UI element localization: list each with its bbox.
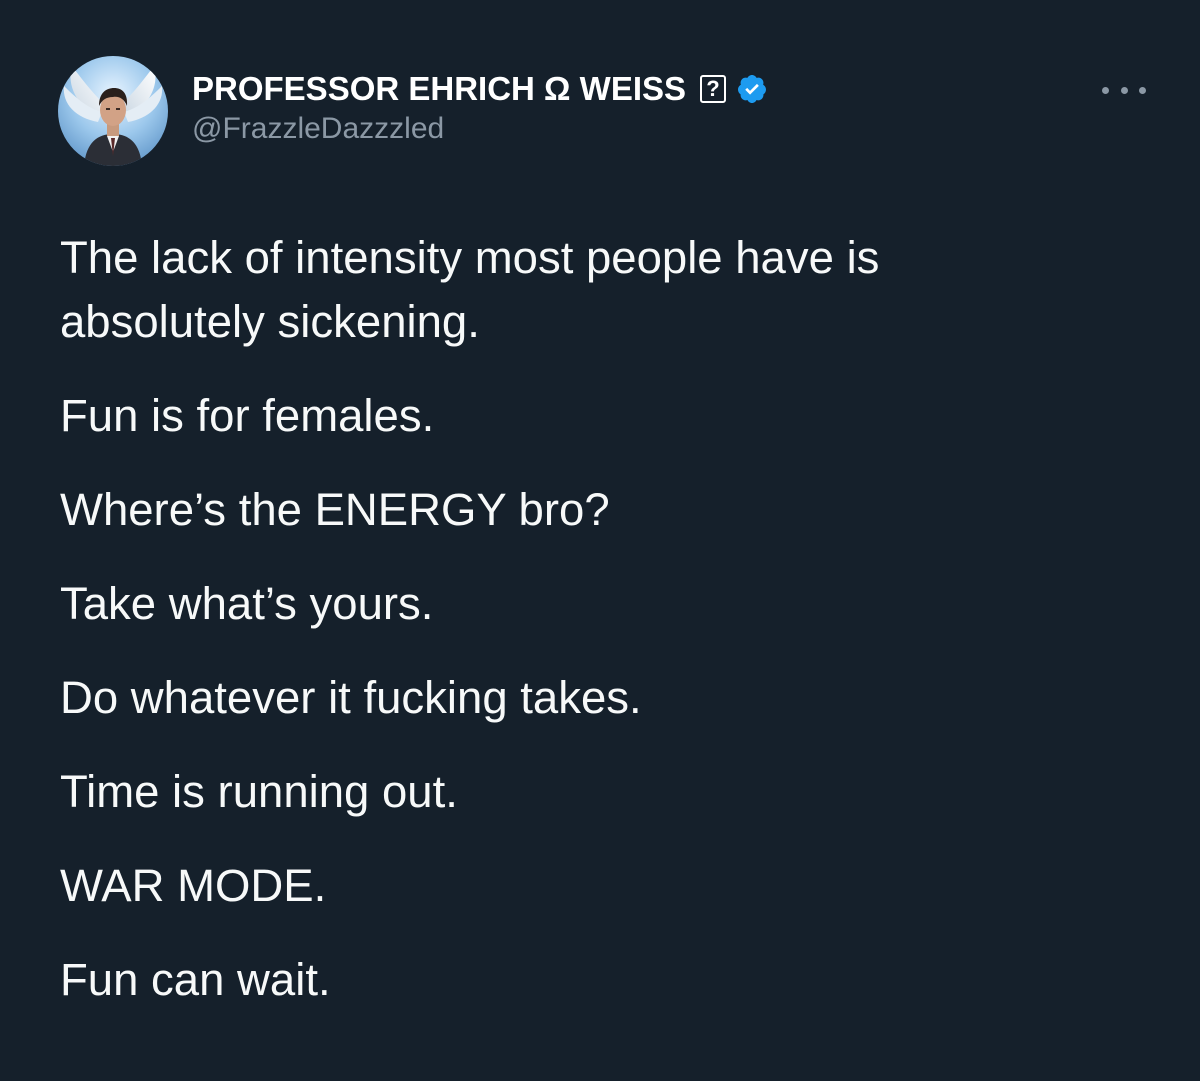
tweet-paragraph: Fun is for females. (60, 390, 435, 441)
tweet-text: The lack of intensity most people have i… (60, 226, 1160, 1042)
tweet-paragraph: The lack of intensity most people have i… (60, 232, 880, 347)
tweet-paragraph: Fun can wait. (60, 954, 331, 1005)
more-dot (1120, 86, 1128, 94)
author-handle[interactable]: @FrazzleDazzzled (192, 112, 768, 146)
more-dot (1102, 86, 1109, 94)
unknown-character-glyph: ? (700, 75, 727, 103)
tweet-paragraph: Where’s the ENERGY bro? (60, 484, 610, 535)
name-row: PROFESSOR EHRICH Ω WEISS ? (192, 68, 768, 110)
tweet-header: PROFESSOR EHRICH Ω WEISS ? @FrazzleDazzz… (58, 56, 1160, 166)
tweet-paragraph: Take what’s yours. (60, 578, 434, 629)
more-options-icon[interactable] (1102, 78, 1146, 102)
verified-badge-icon[interactable] (736, 73, 768, 105)
tweet-paragraph: Time is running out. (60, 766, 458, 817)
tweet-card: PROFESSOR EHRICH Ω WEISS ? @FrazzleDazzz… (0, 0, 1200, 1081)
author-identity: PROFESSOR EHRICH Ω WEISS ? @FrazzleDazzz… (192, 68, 768, 146)
avatar-image (58, 56, 168, 166)
tweet-paragraph: WAR MODE. (60, 860, 327, 911)
author-display-name[interactable]: PROFESSOR EHRICH Ω WEISS (192, 70, 686, 108)
more-dot (1139, 86, 1146, 94)
tweet-paragraph: Do whatever it fucking takes. (60, 672, 642, 723)
avatar[interactable] (58, 56, 168, 166)
